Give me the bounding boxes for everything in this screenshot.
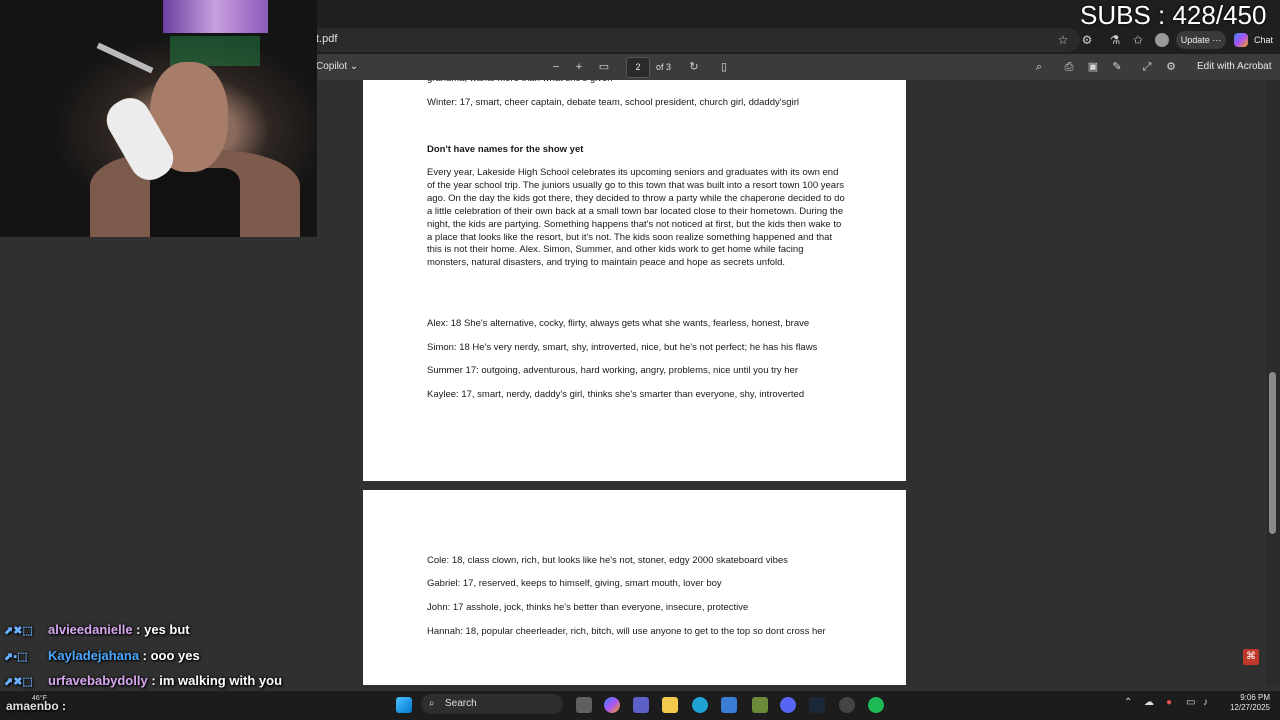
obs-icon[interactable] [839, 697, 855, 713]
copilot-taskbar-icon[interactable] [604, 697, 620, 713]
spotify-icon[interactable] [868, 697, 884, 713]
winter-line: Winter: 17, smart, cheer captain, debate… [427, 97, 799, 108]
chat-message: ⬈▪⬚ Kayladejahana : ooo yes [4, 648, 200, 663]
page-number-input[interactable]: 2 [626, 57, 650, 78]
chat-text: : im walking with you [147, 673, 283, 688]
chat-text: : yes but [132, 622, 190, 637]
file-explorer-icon[interactable] [662, 697, 678, 713]
section-heading: Don't have names for the show yet [427, 144, 584, 155]
page-view-icon[interactable]: ▯ [717, 60, 731, 74]
mic-arm [96, 42, 154, 74]
task-view-icon[interactable] [576, 697, 592, 713]
chat-badges-icon: ⬈▪⬚ [4, 651, 28, 663]
cloud-icon[interactable]: ☁ [1144, 697, 1154, 708]
synopsis-paragraph: Every year, Lakeside High School celebra… [427, 167, 845, 269]
settings-icon[interactable]: ⚙ [1164, 60, 1178, 74]
chat-message: ⬈✖⬚ urfavebabydolly : im walking with you [4, 673, 282, 688]
clock-date: 12/27/2025 [1229, 703, 1270, 712]
character-simon: Simon: 18 He's very nerdy, smart, shy, i… [427, 342, 818, 353]
chat-username: alvieedanielle [48, 622, 133, 637]
chat-badges-icon: ⬈✖⬚ [4, 676, 33, 688]
character-john: John: 17 asshole, jock, thinks he's bett… [427, 602, 749, 613]
address-text: t.pdf [316, 33, 338, 45]
chat-text: : [58, 699, 67, 713]
taskbar-search-label: Search [445, 698, 477, 709]
store-icon[interactable] [721, 697, 737, 713]
save-icon[interactable]: ▣ [1086, 60, 1100, 74]
favorites-icon[interactable]: ✩ [1131, 33, 1145, 47]
draw-icon[interactable]: ✎ [1110, 60, 1124, 74]
character-cole: Cole: 18, class clown, rich, but looks l… [427, 555, 788, 566]
character-kaylee: Kaylee: 17, smart, nerdy, daddy's girl, … [427, 389, 805, 400]
weather-temp[interactable]: 46°F [32, 695, 47, 702]
favorite-star-icon[interactable]: ☆ [1056, 33, 1070, 47]
chat-message: ⬈✖⬚ alvieedanielle : yes but [4, 622, 190, 637]
print-icon[interactable]: ⎙ [1062, 60, 1076, 74]
split-screen-icon[interactable]: ⚗ [1108, 33, 1122, 47]
character-gabriel: Gabriel: 17, reserved, keeps to himself,… [427, 578, 722, 589]
chat-text: : ooo yes [139, 648, 200, 663]
edit-with-acrobat-button[interactable]: Edit with Acrobat [1197, 61, 1271, 72]
address-bar[interactable] [310, 28, 1080, 52]
search-icon[interactable]: ⌕ [1032, 60, 1046, 74]
chat-button[interactable]: Chat [1232, 31, 1274, 49]
steam-icon[interactable] [809, 697, 825, 713]
discord-icon[interactable] [780, 697, 796, 713]
subs-counter: SUBS : 428/450 [1080, 0, 1267, 30]
chat-username: urfavebabydolly [48, 673, 148, 688]
chevron-down-icon: ⌄ [349, 61, 359, 72]
pdf-page-1 [363, 80, 906, 481]
chat-badges-icon: ⬈✖⬚ [4, 625, 33, 637]
webcam-feed [0, 0, 317, 237]
rotate-icon[interactable]: ↻ [687, 60, 701, 74]
character-hannah: Hannah: 18, popular cheerleader, rich, b… [427, 626, 826, 637]
profile-avatar[interactable] [1155, 33, 1169, 47]
network-icon[interactable]: ▭ [1186, 697, 1195, 708]
teams-icon[interactable] [633, 697, 649, 713]
taskbar-clock[interactable]: 9:06 PM 12/27/2025 [1220, 693, 1270, 713]
extensions-icon[interactable]: ⚙ [1080, 33, 1094, 47]
microphone-icon[interactable]: ● [1166, 697, 1172, 708]
app-icon[interactable] [752, 697, 768, 713]
update-button[interactable]: Update ··· [1176, 31, 1226, 49]
streamer-shirt [150, 168, 240, 237]
volume-icon[interactable]: ♪ [1203, 697, 1208, 708]
zoom-out-icon[interactable]: − [549, 60, 563, 74]
fit-page-icon[interactable]: ▭ [597, 60, 611, 74]
search-icon: ⌕ [429, 698, 435, 709]
character-summer: Summer 17: outgoing, adventurous, hard w… [427, 365, 799, 376]
chat-username: Kayladejahana [48, 648, 140, 663]
zoom-in-icon[interactable]: + [572, 60, 586, 74]
clock-time: 9:06 PM [1240, 693, 1270, 702]
scrollbar-thumb[interactable] [1269, 372, 1276, 534]
tray-chevron-icon[interactable]: ⌃ [1124, 697, 1132, 708]
background-monitor [163, 0, 268, 33]
acrobat-icon[interactable]: ⌘ [1243, 649, 1259, 665]
edge-icon[interactable] [692, 697, 708, 713]
character-alex: Alex: 18 She's alternative, cocky, flirt… [427, 318, 810, 329]
copilot-menu[interactable]: Copilot ⌄ [316, 61, 358, 72]
page-total: of 3 [656, 62, 672, 72]
fullscreen-icon[interactable]: ⤢ [1140, 60, 1154, 74]
windows-start-icon[interactable] [396, 697, 412, 713]
taskbar-search[interactable] [421, 694, 563, 714]
